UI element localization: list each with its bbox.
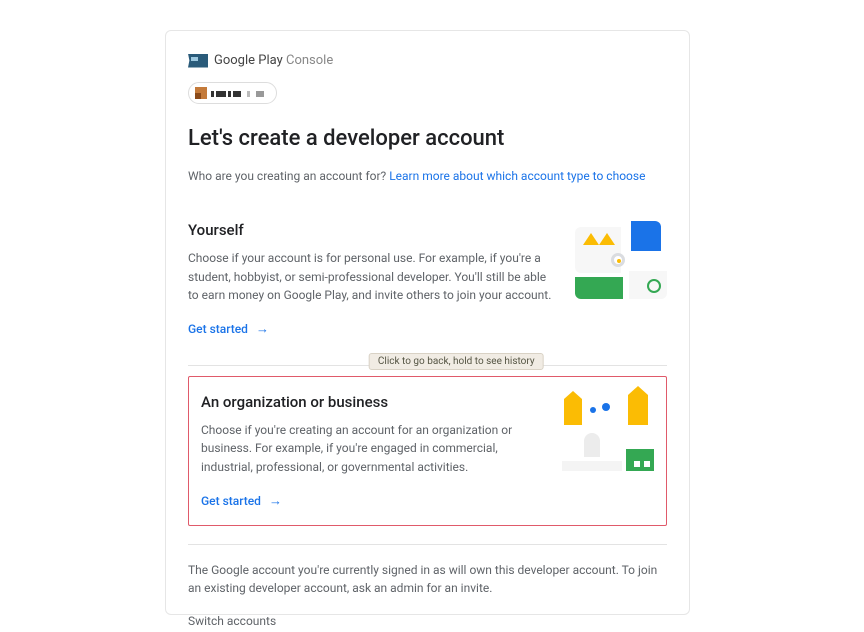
organization-illustration [562, 393, 654, 471]
cta-label: Get started [201, 494, 261, 508]
option-organization-text: An organization or business Choose if yo… [201, 393, 544, 509]
avatar-icon [195, 87, 207, 99]
switch-accounts-link[interactable]: Switch accounts [188, 614, 667, 628]
yourself-illustration [575, 221, 667, 299]
learn-more-link[interactable]: Learn more about which account type to c… [389, 169, 645, 183]
option-yourself: Yourself Choose if your account is for p… [188, 221, 667, 337]
arrow-right-icon: → [269, 493, 282, 509]
page-title: Let's create a developer account [188, 126, 667, 151]
option-organization-heading: An organization or business [201, 393, 544, 411]
logo-secondary: Console [286, 53, 333, 68]
footer-note: The Google account you're currently sign… [188, 561, 667, 598]
logo-text: Google Play Console [214, 53, 333, 68]
arrow-right-icon: → [256, 321, 269, 337]
section-divider: Click to go back, hold to see history [188, 365, 667, 366]
back-history-tooltip: Click to go back, hold to see history [369, 353, 544, 370]
subtitle-prefix: Who are you creating an account for? [188, 169, 389, 183]
option-yourself-text: Yourself Choose if your account is for p… [188, 221, 557, 337]
option-organization: An organization or business Choose if yo… [188, 376, 667, 526]
option-yourself-desc: Choose if your account is for personal u… [188, 249, 557, 305]
option-yourself-heading: Yourself [188, 221, 557, 239]
page-subtitle: Who are you creating an account for? Lea… [188, 169, 667, 183]
get-started-yourself-button[interactable]: Get started → [188, 321, 269, 337]
get-started-organization-button[interactable]: Get started → [201, 493, 282, 509]
google-play-flag-icon [188, 54, 208, 68]
developer-account-panel: Google Play Console Let's create a devel… [165, 30, 690, 615]
option-organization-desc: Choose if you're creating an account for… [201, 421, 544, 477]
logo-primary: Google Play [214, 53, 283, 68]
account-chip[interactable] [188, 82, 277, 104]
logo-row: Google Play Console [188, 53, 667, 68]
redacted-account-text [211, 84, 266, 103]
footer: The Google account you're currently sign… [188, 544, 667, 628]
cta-label: Get started [188, 322, 248, 336]
